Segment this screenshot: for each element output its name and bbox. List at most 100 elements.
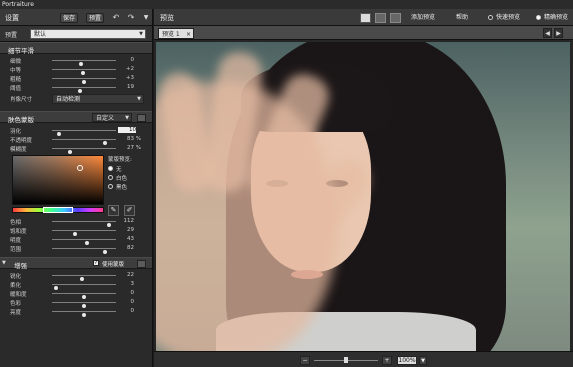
radio-dot[interactable] (488, 15, 493, 20)
radio-dot[interactable] (108, 166, 113, 171)
slider-row-saturation: 饱和度 29 (0, 226, 152, 236)
slider-label: 柔化 (10, 283, 22, 289)
single-view-icon[interactable] (360, 13, 371, 23)
chevron-down-icon[interactable]: ▼ (419, 356, 427, 365)
add-preview-button[interactable]: 添加预览 (408, 13, 438, 23)
menu-arrow-icon[interactable]: ▼ (141, 13, 151, 23)
slider-row-sharpness: 锐化 22 (0, 271, 152, 281)
slider-row-warmth: 暖和度 0 (0, 289, 152, 299)
slider-value: 112 (123, 218, 135, 224)
collapse-arrow-icon[interactable]: ▼ (2, 260, 6, 266)
zoom-in-button[interactable]: + (382, 356, 392, 365)
slider-track[interactable] (52, 248, 116, 254)
mask-option-black[interactable]: 黑色 (108, 183, 148, 191)
slider-track[interactable] (52, 293, 116, 299)
skin-bottom-sliders: 色相 112 饱和度 29 明度 43 范围 82 (0, 217, 152, 254)
section-menu-icon[interactable] (137, 260, 146, 268)
slider-track[interactable] (52, 275, 116, 281)
preview-toolbar: 预览 添加预览 帮助 快速预览 精确预览 (154, 9, 573, 26)
slider-value-input[interactable]: 10 (118, 127, 136, 133)
tab-label: 预览 1 (162, 31, 180, 38)
preset-select[interactable]: 默认 ▼ (30, 29, 146, 39)
preview-tabbar: 预览 1 × ◀ ▶ (154, 26, 573, 40)
slider-value: 0 (130, 299, 135, 305)
slider-track[interactable] (52, 69, 116, 75)
enhance-section-header[interactable]: ▼ 增强 ✓ 使用蒙版 (0, 257, 152, 270)
chevron-right-icon[interactable]: ▶ (554, 28, 563, 38)
skin-top-sliders: 羽化 10 不透明度 83 % 模糊度 27 % (0, 123, 152, 154)
radio-dot[interactable] (108, 184, 113, 189)
slider-track[interactable] (52, 148, 116, 154)
use-mask-checkbox[interactable]: ✓ (93, 260, 99, 266)
radio-dot[interactable] (536, 15, 541, 20)
detail-section-title: 细节平滑 (8, 47, 34, 55)
slider-value: 0 (130, 308, 135, 314)
slider-track[interactable] (52, 311, 116, 317)
chevron-left-icon[interactable]: ◀ (543, 28, 552, 38)
slider-track[interactable] (52, 221, 116, 227)
slider-track[interactable] (52, 87, 116, 93)
eyedropper-minus-icon[interactable]: ✐ (124, 205, 135, 216)
slider-label: 色彩 (10, 301, 22, 307)
color-field[interactable] (12, 155, 104, 205)
slider-value: 82 (127, 245, 134, 251)
slider-knob[interactable] (103, 250, 107, 254)
feature-size-select[interactable]: 自动检测 ▼ (52, 94, 144, 104)
app-title-bar: Portraiture (0, 0, 573, 9)
slider-row-coarse: 粗糙 +3 (0, 74, 152, 84)
preset-button[interactable]: 预置 (86, 13, 104, 23)
mask-option-none[interactable]: 无 (108, 165, 148, 173)
save-button[interactable]: 保存 (60, 13, 78, 23)
zoom-slider-knob[interactable] (344, 357, 348, 363)
skin-mode-select[interactable]: 自定义 ▼ (92, 113, 132, 122)
precise-preview-radio[interactable]: 精确预览 (536, 13, 573, 23)
mask-option-white[interactable]: 白色 (108, 174, 148, 182)
fast-preview-radio[interactable]: 快速预览 (488, 13, 528, 23)
slider-value: 43 (127, 236, 134, 242)
detail-section-header[interactable]: 细节平滑 (0, 42, 152, 55)
redo-icon[interactable]: ↷ (126, 13, 136, 23)
slider-label: 细微 (10, 59, 22, 65)
zoom-out-button[interactable]: − (300, 356, 310, 365)
eyedropper-plus-icon[interactable]: ✎ (108, 205, 119, 216)
slider-value: 19 (127, 84, 134, 90)
slider-value: 3 (130, 281, 135, 287)
slider-track[interactable] (52, 230, 116, 236)
section-menu-icon[interactable] (137, 114, 146, 122)
slider-knob[interactable] (82, 313, 86, 317)
preset-label: 预置 (5, 32, 18, 39)
close-icon[interactable]: × (186, 29, 191, 40)
slider-track[interactable] (52, 302, 116, 308)
skin-section-header[interactable]: 肤色蒙版 自定义 ▼ (0, 111, 152, 124)
preview-image[interactable] (156, 42, 570, 351)
slider-track[interactable] (52, 60, 116, 66)
hue-range-selector[interactable] (43, 207, 73, 213)
tab-preview-1[interactable]: 预览 1 × (158, 28, 194, 39)
slider-label: 模糊度 (10, 147, 27, 153)
undo-icon[interactable]: ↶ (111, 13, 121, 23)
help-button[interactable]: 帮助 (452, 13, 472, 23)
radio-label: 精确预览 (544, 14, 569, 21)
radio-label: 无 (116, 167, 122, 173)
slider-row-range: 范围 82 (0, 244, 152, 254)
slider-track[interactable] (52, 78, 116, 84)
slider-row-tint: 色彩 0 (0, 298, 152, 308)
radio-dot[interactable] (108, 175, 113, 180)
slider-label: 暖和度 (10, 292, 27, 298)
use-mask-label: 使用蒙版 (102, 262, 125, 268)
split-horizontal-view-icon[interactable] (375, 13, 386, 23)
zoom-level-field[interactable]: 100% (397, 356, 417, 365)
preset-row: 预置 默认 ▼ (0, 26, 152, 42)
slider-track[interactable] (52, 139, 116, 145)
slider-track[interactable] (52, 130, 116, 136)
color-cursor[interactable] (77, 165, 83, 171)
split-vertical-view-icon[interactable] (390, 13, 401, 23)
slider-row-softness: 柔化 3 (0, 280, 152, 290)
slider-track[interactable] (52, 239, 116, 245)
slider-knob[interactable] (68, 150, 72, 154)
hue-bar[interactable] (12, 207, 104, 213)
slider-track[interactable] (52, 284, 116, 290)
slider-value: 0 (130, 57, 135, 63)
slider-label: 粗糙 (10, 77, 22, 83)
slider-label: 羽化 (10, 129, 22, 135)
